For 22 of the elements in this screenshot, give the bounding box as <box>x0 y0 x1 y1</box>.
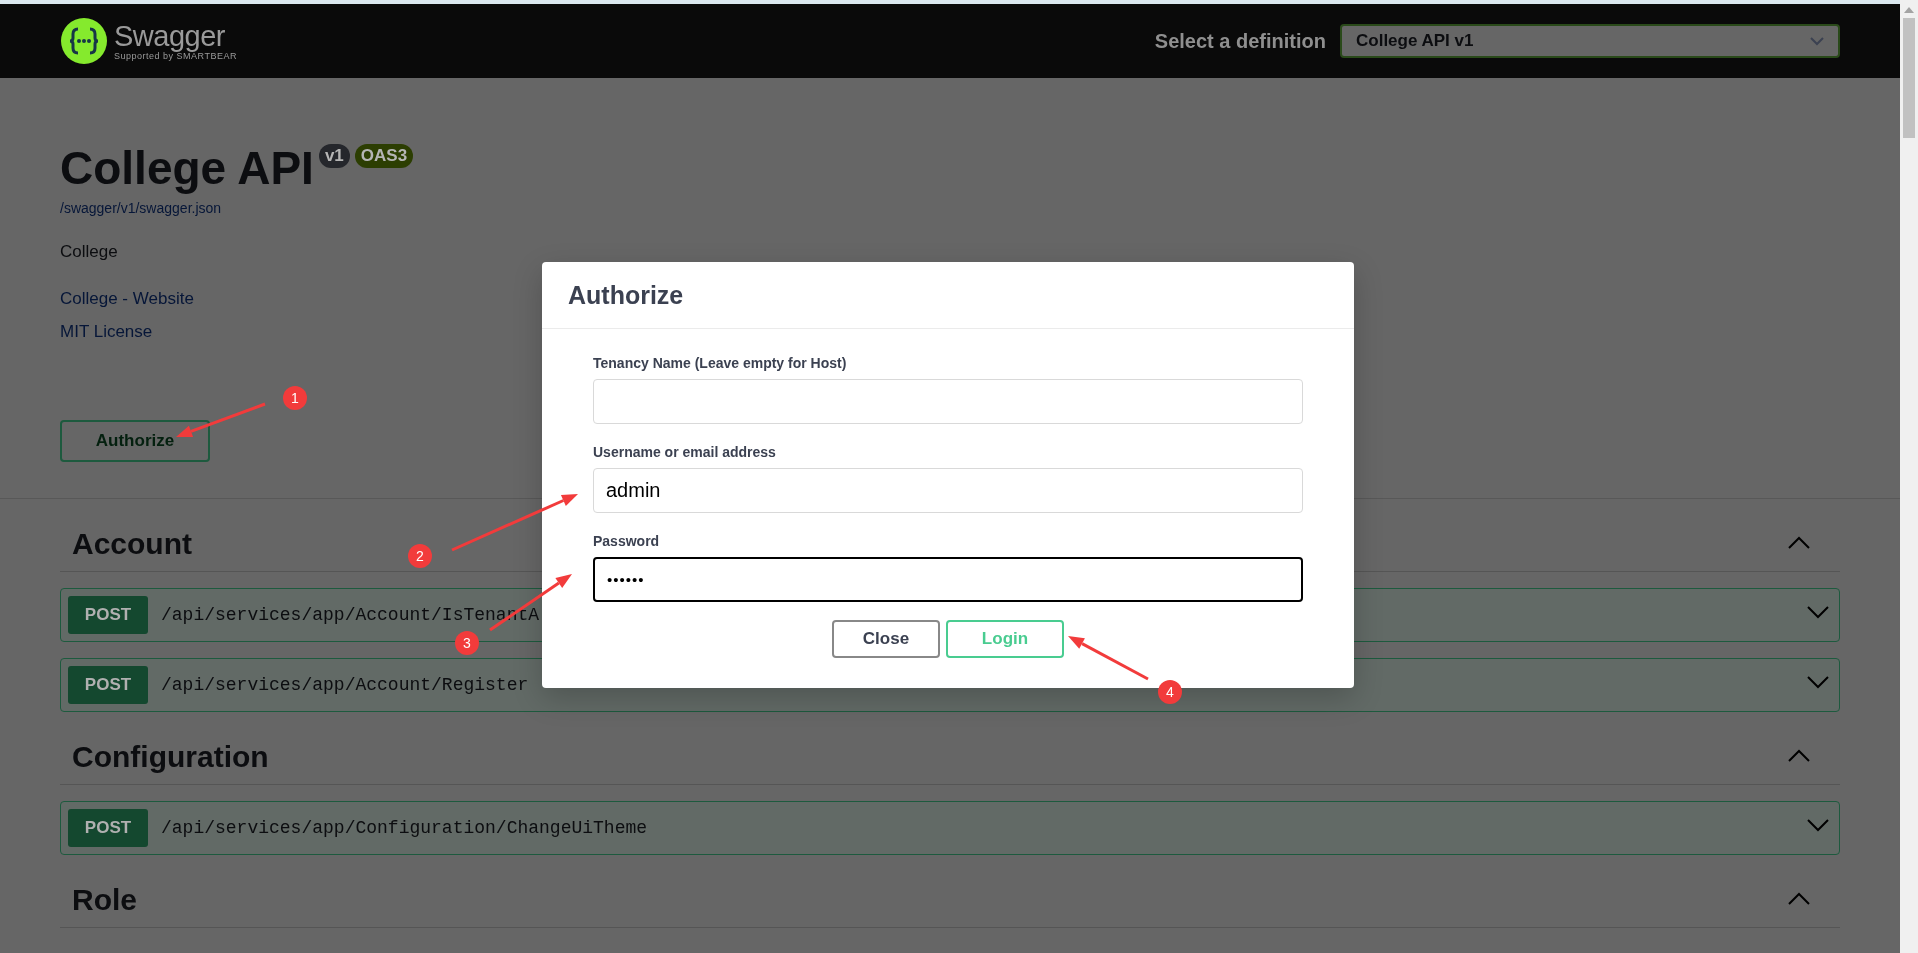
dialog-title: Authorize <box>568 280 684 310</box>
field-label: Password <box>593 533 661 549</box>
logo-title: Swagger <box>114 21 226 51</box>
method-badge: POST <box>68 666 148 704</box>
field-label: Tenancy Name (Leave empty for Host) <box>593 355 848 371</box>
version-badge: v1 <box>318 144 350 168</box>
api-title: College API <box>60 141 314 196</box>
api-description: College <box>60 242 119 262</box>
definition-label: Select a definition <box>1154 29 1326 53</box>
section-title: Role <box>72 883 137 917</box>
annotation-marker: 2 <box>408 544 432 568</box>
section-title: Account <box>72 527 192 561</box>
field-label: Username or email address <box>593 444 777 460</box>
method-badge: POST <box>68 809 148 847</box>
operation-path: /api/services/app/Configuration/ChangeUiTheme <box>161 818 648 838</box>
annotation-marker: 1 <box>283 386 307 410</box>
method-badge: POST <box>68 596 148 634</box>
section-title: Configuration <box>72 740 269 774</box>
spec-badge: OAS3 <box>354 144 414 168</box>
operation-path: /api/services/app/Account/Register <box>161 675 529 695</box>
annotation-marker: 3 <box>455 631 479 655</box>
logo-subtitle: Supported by SMARTBEAR <box>114 51 237 61</box>
